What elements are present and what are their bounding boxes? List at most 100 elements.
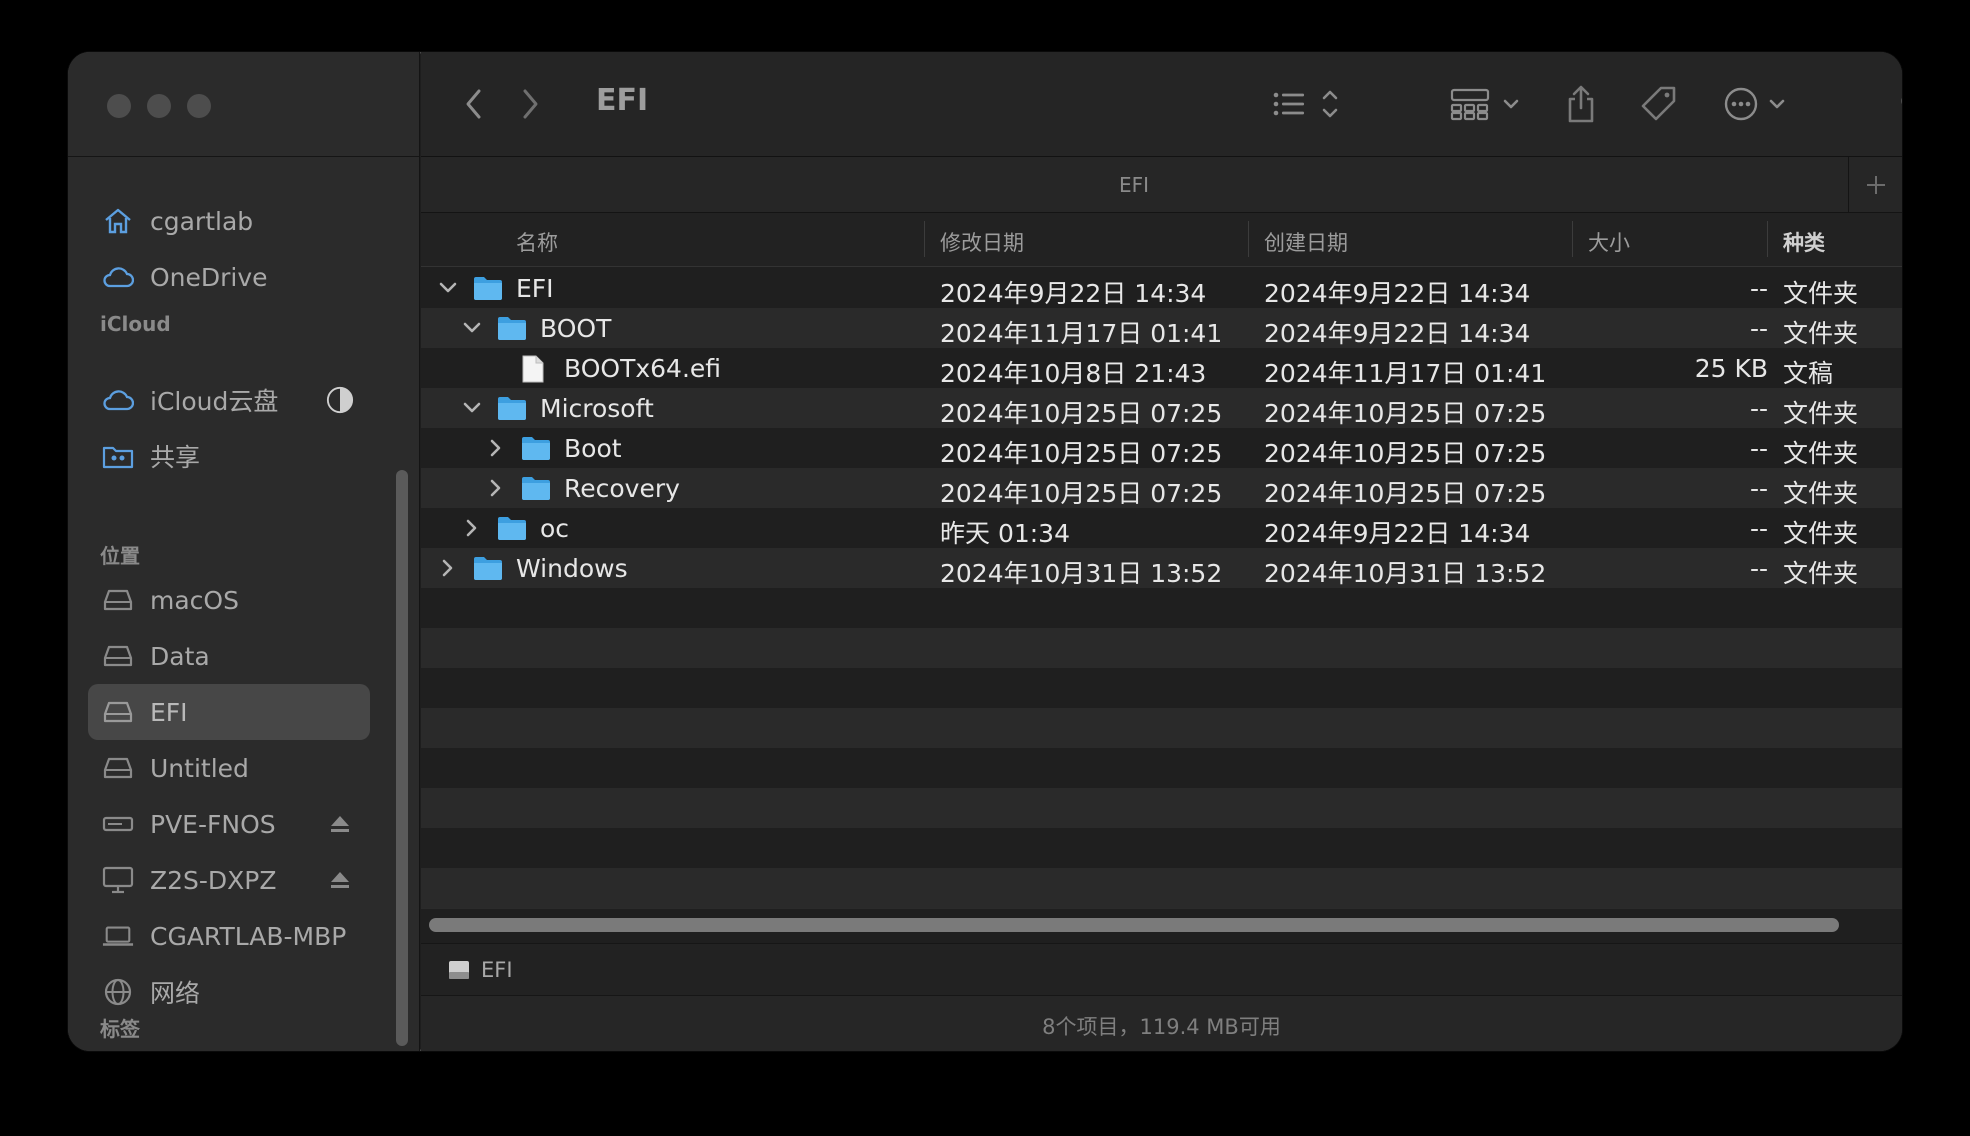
sidebar-section-tags: 标签 — [100, 1017, 140, 1041]
window-title: EFI — [596, 83, 649, 118]
sidebar-scrollbar[interactable] — [396, 470, 408, 1046]
file-row[interactable]: EFI 2024年9月22日 14:34 2024年9月22日 14:34 -- 文件夹 — [421, 268, 1902, 308]
disk-icon — [447, 958, 471, 982]
cloud-icon — [102, 386, 134, 414]
file-row[interactable]: Recovery 2024年10月25日 07:25 2024年10月25日 07:… — [421, 468, 1902, 508]
more-actions-button[interactable] — [1723, 82, 1795, 126]
close-window-button[interactable] — [107, 94, 131, 118]
folder-icon — [473, 275, 503, 301]
column-divider[interactable] — [924, 221, 925, 257]
disclosure-right-icon[interactable] — [437, 556, 459, 580]
empty-row — [421, 708, 1902, 748]
path-bar: EFI — [421, 943, 1902, 996]
tag-icon[interactable] — [1639, 82, 1679, 126]
search-icon[interactable] — [1897, 82, 1902, 126]
column-divider[interactable] — [1767, 221, 1768, 257]
group-by-button[interactable] — [1449, 82, 1523, 126]
status-bar: 8个项目，119.4 MB可用 — [421, 996, 1902, 1051]
eject-icon[interactable] — [326, 866, 354, 894]
empty-row — [421, 588, 1902, 628]
file-row[interactable]: Boot 2024年10月25日 07:25 2024年10月25日 07:25 --… — [421, 428, 1902, 468]
file-kind: 文件夹 — [1783, 519, 1859, 548]
back-button[interactable] — [459, 82, 489, 126]
sidebar-item-pve-fnos[interactable]: PVE-FNOS — [88, 796, 370, 852]
eject-icon[interactable] — [326, 810, 354, 838]
file-created: 2024年10月25日 07:25 — [1264, 439, 1547, 468]
share-icon[interactable] — [1561, 82, 1601, 126]
file-created: 2024年9月22日 14:34 — [1264, 319, 1531, 348]
sidebar-titlebar — [68, 52, 419, 157]
column-header-kind[interactable]: 种类 — [1783, 227, 1825, 257]
disclosure-down-icon[interactable] — [461, 316, 483, 340]
file-size: -- — [1749, 434, 1768, 463]
sidebar-item-cgartlab-mbp[interactable]: CGARTLAB-MBP — [88, 908, 370, 964]
shared-folder-icon — [102, 442, 134, 470]
file-row[interactable]: Microsoft 2024年10月25日 07:25 2024年10月25日 07… — [421, 388, 1902, 428]
file-size: -- — [1749, 554, 1768, 583]
disclosure-right-icon[interactable] — [461, 516, 483, 540]
sidebar-item-label: Z2S-DXPZ — [150, 865, 277, 895]
file-row[interactable]: BOOT 2024年11月17日 01:41 2024年9月22日 14:34 -- 文… — [421, 308, 1902, 348]
file-name: Recovery — [564, 474, 680, 503]
sidebar-item-label: Untitled — [150, 753, 249, 783]
laptop-icon — [102, 922, 134, 950]
minimize-window-button[interactable] — [147, 94, 171, 118]
cloud-icon — [102, 263, 134, 291]
home-icon — [102, 207, 134, 235]
disk-icon — [102, 698, 134, 726]
column-divider[interactable] — [1572, 221, 1573, 257]
sidebar-item-cgartlab[interactable]: cgartlab — [88, 193, 370, 249]
file-size: -- — [1749, 474, 1768, 503]
file-row[interactable]: oc 昨天 01:34 2024年9月22日 14:34 -- 文件夹 — [421, 508, 1902, 548]
sidebar-item-network[interactable]: 网络 — [88, 964, 370, 1020]
folder-icon — [497, 315, 527, 341]
disk-icon — [102, 586, 134, 614]
sidebar-item-shared[interactable]: 共享 — [88, 428, 370, 484]
disclosure-down-icon[interactable] — [461, 396, 483, 420]
file-modified: 2024年10月25日 07:25 — [940, 439, 1223, 468]
sidebar-item-untitled[interactable]: Untitled — [88, 740, 370, 796]
tab-efi[interactable]: EFI — [421, 173, 1847, 197]
sidebar-item-efi[interactable]: EFI — [88, 684, 370, 740]
file-kind: 文件夹 — [1783, 559, 1859, 588]
sidebar-item-data[interactable]: Data — [88, 628, 370, 684]
column-header-size[interactable]: 大小 — [1588, 227, 1630, 257]
toolbar: EFI — [421, 52, 1902, 157]
disclosure-right-icon[interactable] — [485, 476, 507, 500]
sidebar-item-macos[interactable]: macOS — [88, 572, 370, 628]
file-name: BOOTx64.efi — [564, 354, 722, 383]
sidebar-item-onedrive[interactable]: OneDrive — [88, 249, 370, 305]
window-controls — [107, 94, 211, 118]
new-tab-button[interactable] — [1848, 157, 1902, 213]
folder-icon — [497, 395, 527, 421]
disclosure-down-icon[interactable] — [437, 276, 459, 300]
empty-row — [421, 828, 1902, 868]
sidebar-item-icloud-drive[interactable]: iCloud云盘 — [88, 372, 370, 428]
column-header-created[interactable]: 创建日期 — [1264, 227, 1348, 257]
forward-button[interactable] — [515, 82, 545, 126]
column-header-name[interactable]: 名称 — [516, 227, 558, 257]
file-kind: 文件夹 — [1783, 399, 1859, 428]
file-row[interactable]: Windows 2024年10月31日 13:52 2024年10月31日 13:5… — [421, 548, 1902, 588]
horizontal-scrollbar[interactable] — [429, 918, 1839, 932]
path-item-efi[interactable]: EFI — [481, 958, 513, 982]
disclosure-right-icon[interactable] — [485, 436, 507, 460]
sidebar-item-label: cgartlab — [150, 206, 254, 236]
file-list: EFI 2024年9月22日 14:34 2024年9月22日 14:34 -- 文件夹… — [421, 268, 1902, 918]
file-kind: 文件夹 — [1783, 439, 1859, 468]
file-created: 2024年9月22日 14:34 — [1264, 279, 1531, 308]
plus-icon — [1866, 176, 1885, 194]
column-divider[interactable] — [1248, 221, 1249, 257]
sidebar-item-label: EFI — [150, 697, 188, 727]
column-headers: 名称 修改日期 创建日期 大小 种类 — [421, 213, 1902, 267]
view-mode-button[interactable] — [1271, 82, 1345, 126]
sidebar-item-z2s-dxpz[interactable]: Z2S-DXPZ — [88, 852, 370, 908]
file-row[interactable]: BOOTx64.efi 2024年10月8日 21:43 2024年11月17日 0… — [421, 348, 1902, 388]
sync-progress-icon — [326, 386, 354, 414]
file-modified: 2024年10月25日 07:25 — [940, 479, 1223, 508]
file-modified: 2024年10月8日 21:43 — [940, 359, 1207, 388]
zoom-window-button[interactable] — [187, 94, 211, 118]
sidebar-item-label: 网络 — [150, 979, 201, 1008]
column-header-modified[interactable]: 修改日期 — [940, 227, 1024, 257]
file-modified: 2024年10月31日 13:52 — [940, 559, 1223, 588]
